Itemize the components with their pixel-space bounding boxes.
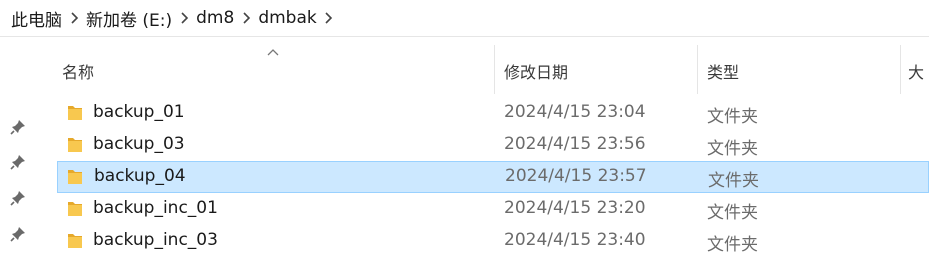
file-type: 文件夹	[707, 235, 758, 255]
file-type: 文件夹	[707, 139, 758, 159]
folder-icon	[67, 104, 83, 122]
column-divider[interactable]	[494, 45, 495, 94]
chevron-right-icon[interactable]	[235, 8, 257, 28]
folder-icon	[67, 200, 83, 218]
file-modified-date: 2024/4/15 23:57	[505, 166, 647, 186]
breadcrumb-label[interactable]: dmbak	[257, 8, 317, 28]
breadcrumb-item-dmbak[interactable]: dmbak	[257, 8, 317, 28]
column-header-modified[interactable]: 修改日期	[504, 59, 568, 82]
sort-up-caret-icon	[267, 42, 279, 56]
breadcrumb-label[interactable]: dm8	[195, 8, 235, 28]
column-header-bar: 名称 修改日期 类型 大	[46, 37, 929, 102]
file-row-backup-03[interactable]: backup_03 2024/4/15 23:56 文件夹	[57, 129, 929, 161]
folder-icon	[67, 232, 83, 250]
file-modified-date: 2024/4/15 23:20	[504, 198, 646, 218]
breadcrumb-item-dm8[interactable]: dm8	[195, 8, 235, 28]
breadcrumb[interactable]: 此电脑 新加卷 (E:) dm8 dmbak	[0, 0, 929, 37]
column-divider[interactable]	[900, 45, 901, 94]
breadcrumb-item-this-pc[interactable]: 此电脑	[10, 6, 63, 31]
navigation-pane-pins	[0, 37, 40, 265]
column-header-size[interactable]: 大	[908, 59, 924, 82]
breadcrumb-label[interactable]: 新加卷 (E:)	[85, 6, 173, 31]
file-explorer-window: 此电脑 新加卷 (E:) dm8 dmbak 名称 修改日期 类型 大 back…	[0, 0, 929, 265]
file-type: 文件夹	[708, 171, 759, 191]
column-divider[interactable]	[697, 45, 698, 94]
column-header-name[interactable]: 名称	[62, 59, 94, 82]
folder-icon	[67, 136, 83, 154]
file-row-backup-04-selected[interactable]: backup_04 2024/4/15 23:57 文件夹	[57, 161, 929, 193]
pin-icon[interactable]	[9, 153, 27, 171]
file-name[interactable]: backup_01	[93, 102, 185, 122]
file-row-backup-inc-01[interactable]: backup_inc_01 2024/4/15 23:20 文件夹	[57, 193, 929, 225]
pin-icon[interactable]	[9, 225, 27, 243]
chevron-right-icon[interactable]	[318, 8, 340, 28]
file-name[interactable]: backup_inc_03	[93, 230, 218, 250]
breadcrumb-item-drive-e[interactable]: 新加卷 (E:)	[85, 6, 173, 31]
pin-icon[interactable]	[9, 118, 27, 136]
chevron-right-icon[interactable]	[63, 8, 85, 28]
file-name[interactable]: backup_04	[94, 166, 186, 186]
file-name[interactable]: backup_inc_01	[93, 198, 218, 218]
pin-icon[interactable]	[9, 189, 27, 207]
file-type: 文件夹	[707, 203, 758, 223]
folder-icon	[67, 168, 83, 186]
file-type: 文件夹	[707, 107, 758, 127]
file-row-backup-inc-03[interactable]: backup_inc_03 2024/4/15 23:40 文件夹	[57, 225, 929, 257]
file-modified-date: 2024/4/15 23:04	[504, 102, 646, 122]
file-modified-date: 2024/4/15 23:40	[504, 230, 646, 250]
file-row-backup-01[interactable]: backup_01 2024/4/15 23:04 文件夹	[57, 97, 929, 129]
file-name[interactable]: backup_03	[93, 134, 185, 154]
file-modified-date: 2024/4/15 23:56	[504, 134, 646, 154]
chevron-right-icon[interactable]	[173, 8, 195, 28]
breadcrumb-label[interactable]: 此电脑	[10, 6, 63, 31]
column-header-type[interactable]: 类型	[707, 59, 739, 82]
